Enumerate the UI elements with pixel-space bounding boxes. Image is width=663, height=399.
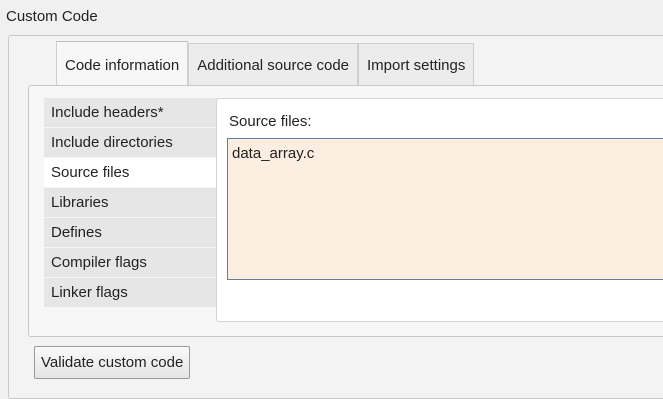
sidebar-list: Include headers* Include directories Sou… [44,98,224,308]
tab-code-information[interactable]: Code information [56,41,189,87]
sidebar-item-include-headers[interactable]: Include headers* [44,98,218,128]
sidebar-item-source-files[interactable]: Source files [44,158,224,188]
source-files-label: Source files: [229,113,312,130]
tab-strip: Code information Additional source code … [56,41,475,87]
validate-custom-code-button[interactable]: Validate custom code [34,346,191,379]
sidebar-item-libraries[interactable]: Libraries [44,188,218,218]
tab-additional-source-code[interactable]: Additional source code [188,43,358,85]
source-files-textarea[interactable]: data_array.c [227,138,663,280]
tab-import-settings[interactable]: Import settings [358,43,475,85]
sidebar-item-compiler-flags[interactable]: Compiler flags [44,248,218,278]
sidebar-item-linker-flags[interactable]: Linker flags [44,278,218,308]
group-title: Custom Code [6,8,98,25]
sidebar-item-include-directories[interactable]: Include directories [44,128,218,158]
sidebar-item-defines[interactable]: Defines [44,218,218,248]
